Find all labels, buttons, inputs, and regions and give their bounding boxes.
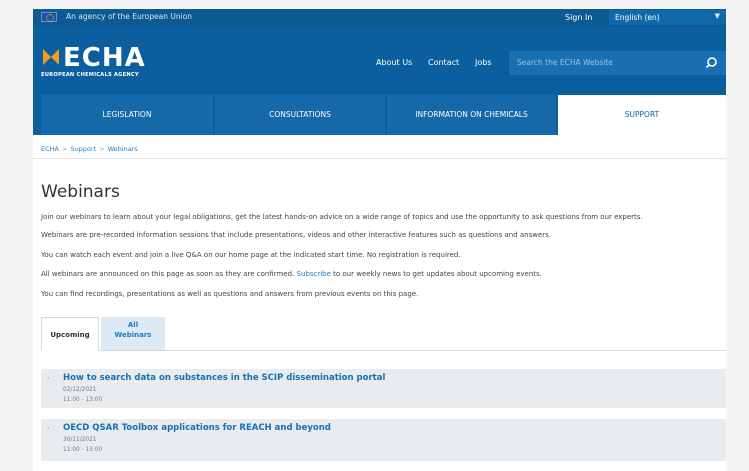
breadcrumb-separator: > bbox=[99, 145, 105, 153]
intro-paragraph-4: All webinars are announced on this page … bbox=[41, 270, 542, 278]
breadcrumb-webinars[interactable]: Webinars bbox=[108, 145, 138, 153]
divider bbox=[33, 158, 726, 159]
intro-paragraph-3: You can watch each event and join a live… bbox=[41, 251, 461, 259]
webinar-item[interactable]: › How to search data on substances in th… bbox=[41, 369, 726, 408]
paragraph-4-text: All webinars are announced on this page … bbox=[41, 270, 295, 278]
sign-in-link[interactable]: Sign In bbox=[565, 13, 592, 22]
chevron-right-icon: › bbox=[47, 374, 50, 382]
tab-all-webinars-line2: Webinars bbox=[114, 331, 152, 339]
echa-logo-icon bbox=[41, 47, 61, 67]
intro-paragraph-5: You can find recordings, presentations a… bbox=[41, 290, 419, 298]
page: An agency of the European Union Sign In … bbox=[33, 9, 726, 471]
tab-all-webinars[interactable]: All Webinars bbox=[101, 317, 165, 351]
tab-all-webinars-line1: All bbox=[127, 321, 139, 329]
intro-paragraph-1: Join our webinars to learn about your le… bbox=[41, 213, 643, 221]
breadcrumb-support[interactable]: Support bbox=[70, 145, 96, 153]
nav-jobs[interactable]: Jobs bbox=[475, 58, 492, 67]
webinar-item[interactable]: › OECD QSAR Toolbox applications for REA… bbox=[41, 419, 726, 461]
page-title: Webinars bbox=[41, 182, 120, 202]
main-navigation: LEGISLATION CONSULTATIONS INFORMATION ON… bbox=[33, 95, 726, 135]
tab-information-on-chemicals[interactable]: INFORMATION ON CHEMICALS bbox=[387, 95, 556, 135]
webinar-title[interactable]: How to search data on substances in the … bbox=[63, 373, 385, 383]
chevron-right-icon: › bbox=[47, 424, 50, 432]
language-label: English (en) bbox=[615, 13, 660, 22]
tab-legislation[interactable]: LEGISLATION bbox=[41, 95, 213, 135]
tab-upcoming[interactable]: Upcoming bbox=[41, 317, 99, 351]
webinar-date: 30/11/2021 bbox=[63, 437, 97, 443]
webinar-time: 11:00 - 13:00 bbox=[63, 447, 103, 453]
chevron-down-icon: ▼ bbox=[714, 12, 720, 20]
nav-contact[interactable]: Contact bbox=[428, 58, 459, 67]
site-header: ECHA EUROPEAN CHEMICALS AGENCY About Us … bbox=[33, 26, 726, 95]
paragraph-4-text-end: to our weekly news to get updates about … bbox=[333, 270, 542, 278]
tab-support[interactable]: SUPPORT bbox=[558, 95, 726, 135]
eu-flag-icon bbox=[41, 12, 57, 22]
tab-divider bbox=[99, 350, 726, 351]
breadcrumb-echa[interactable]: ECHA bbox=[41, 145, 59, 153]
agency-bar: An agency of the European Union Sign In … bbox=[33, 9, 726, 26]
tab-consultations[interactable]: CONSULTATIONS bbox=[215, 95, 385, 135]
agency-text[interactable]: An agency of the European Union bbox=[66, 12, 192, 21]
search-box bbox=[509, 51, 726, 75]
subscribe-link[interactable]: Subscribe bbox=[297, 270, 331, 278]
intro-paragraph-2: Webinars are pre-recorded information se… bbox=[41, 231, 552, 239]
logo-text: ECHA bbox=[63, 43, 146, 73]
webinar-date: 02/12/2021 bbox=[63, 387, 97, 393]
search-icon[interactable] bbox=[704, 54, 722, 72]
webinar-tabs: Upcoming All Webinars bbox=[41, 317, 726, 351]
breadcrumb-separator: > bbox=[61, 145, 68, 153]
webinar-title[interactable]: OECD QSAR Toolbox applications for REACH… bbox=[63, 423, 331, 433]
breadcrumb: ECHA > Support > Webinars bbox=[41, 145, 138, 153]
search-input[interactable] bbox=[515, 57, 689, 68]
language-select[interactable]: English (en) ▼ bbox=[609, 10, 726, 25]
webinar-time: 11:00 - 13:00 bbox=[63, 397, 103, 403]
logo-subtitle: EUROPEAN CHEMICALS AGENCY bbox=[41, 72, 139, 78]
nav-about-us[interactable]: About Us bbox=[376, 58, 412, 67]
